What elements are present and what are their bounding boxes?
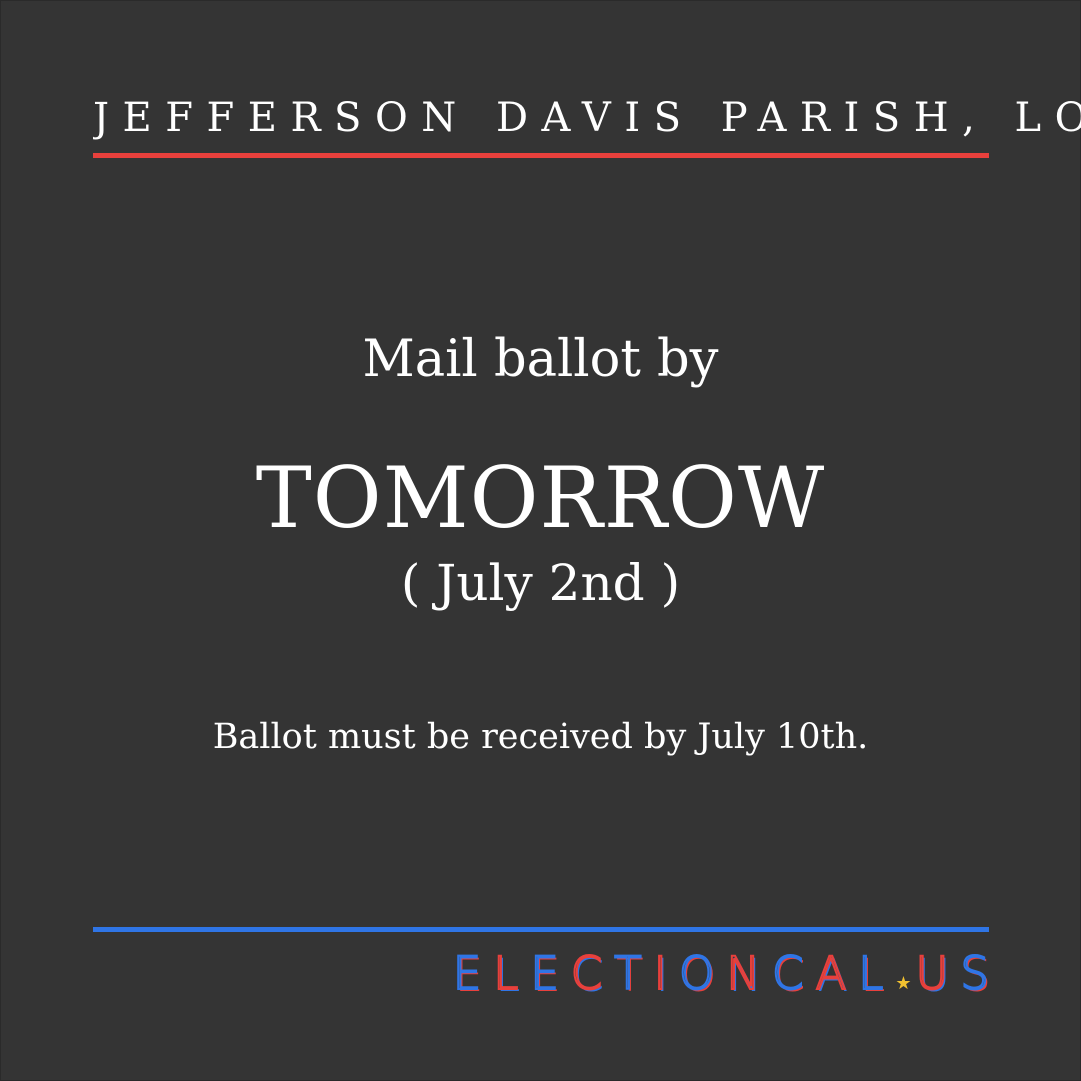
logo-letter: E bbox=[452, 946, 494, 1001]
bottom-divider bbox=[93, 927, 989, 932]
logo-letter: N bbox=[725, 946, 773, 1001]
logo-letter: C bbox=[771, 946, 816, 1001]
logo-letter: O bbox=[678, 946, 727, 1001]
deadline-date: ( July 2nd ) bbox=[400, 554, 681, 612]
mail-ballot-lead: Mail ballot by bbox=[362, 330, 719, 389]
electioncal-logo: E L E C T I O N C A L ★ U S bbox=[452, 946, 990, 1001]
logo-letter: T bbox=[613, 946, 654, 1001]
parish-title: JEFFERSON DAVIS PARISH, LOUISIANA bbox=[93, 95, 1081, 141]
deadline-text: TOMORROW bbox=[255, 449, 826, 547]
logo-letter: L bbox=[857, 946, 896, 1001]
logo-letter: A bbox=[814, 946, 859, 1001]
logo-letter: S bbox=[959, 946, 990, 1001]
received-by-note: Ballot must be received by July 10th. bbox=[212, 717, 869, 757]
logo-letter: I bbox=[653, 946, 679, 1001]
star-icon: ★ bbox=[895, 972, 916, 994]
top-divider bbox=[93, 153, 989, 158]
logo-letter: C bbox=[570, 946, 615, 1001]
logo-letter: E bbox=[529, 946, 571, 1001]
logo-letter: L bbox=[492, 946, 531, 1001]
logo-letter: U bbox=[914, 946, 961, 1001]
